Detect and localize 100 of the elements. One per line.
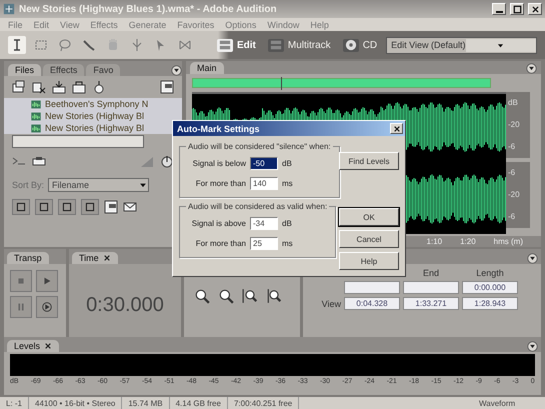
field-label: Signal is above — [190, 218, 246, 228]
db-label: -6 — [508, 142, 516, 152]
loop-play-button[interactable] — [36, 296, 58, 318]
panel-tab[interactable]: Favo — [86, 64, 120, 76]
db-label: -20 — [508, 190, 521, 200]
close-icon — [392, 124, 400, 132]
cd-insert-icon[interactable] — [92, 80, 106, 94]
square-icon — [39, 202, 49, 212]
time-label: 1:20 — [460, 236, 476, 246]
square-icon — [85, 202, 95, 212]
list-view-icon[interactable] — [104, 200, 118, 214]
field-label: For more than — [194, 178, 246, 188]
minimize-button[interactable] — [492, 3, 506, 15]
zoom-left-icon[interactable] — [242, 288, 258, 304]
find-levels-button[interactable]: Find Levels — [339, 152, 399, 170]
close-icon — [530, 4, 540, 14]
maximize-icon — [512, 4, 522, 14]
brush-icon[interactable] — [82, 38, 96, 52]
db-label: -20 — [508, 120, 521, 130]
panel-menu-icon[interactable] — [526, 62, 537, 74]
column-header: End — [422, 268, 440, 278]
panel-menu-icon[interactable] — [527, 341, 538, 352]
close-button[interactable] — [390, 123, 403, 134]
file-name[interactable]: New Stories (Highway Bl — [45, 123, 144, 133]
group-label: Audio will be considered "silence" when: — [187, 142, 332, 151]
panel-tab[interactable]: Files — [8, 64, 42, 76]
mode-button[interactable]: Multitrack — [264, 38, 334, 52]
close-file-icon[interactable] — [32, 80, 46, 94]
field-label: For more than — [194, 238, 246, 248]
row-label: View — [320, 298, 341, 308]
end-field[interactable]: 1:33.271 — [403, 297, 459, 310]
tray-icon[interactable] — [32, 154, 46, 168]
close-icon[interactable] — [102, 254, 111, 262]
time-label: hms (m) — [494, 236, 523, 246]
lasso-icon[interactable] — [58, 38, 72, 52]
input-field[interactable]: -34 — [250, 216, 278, 230]
panel-menu-icon[interactable] — [527, 253, 538, 264]
zoom-right-icon[interactable] — [266, 288, 282, 304]
status-item: 7:00:40.251 free — [228, 397, 300, 409]
open-file-icon[interactable] — [12, 80, 26, 94]
field-label: Signal is below — [192, 158, 246, 168]
sort-dropdown[interactable]: Filename — [48, 178, 150, 192]
close-icon[interactable] — [44, 342, 52, 350]
file-type-button[interactable] — [12, 199, 30, 215]
bowtie-icon[interactable] — [178, 38, 192, 52]
audio-file-icon — [30, 98, 42, 110]
dial-icon[interactable] — [160, 154, 174, 168]
panel-tab[interactable]: Time — [72, 252, 118, 264]
length-field[interactable]: 0:00.000 — [462, 281, 518, 294]
horizontal-scrollbar[interactable] — [12, 135, 144, 148]
dialog-button[interactable]: Cancel — [339, 230, 399, 248]
dialog-button[interactable]: OK — [339, 208, 399, 226]
status-item: L: -1 — [0, 397, 30, 409]
input-field[interactable]: 25 — [250, 236, 278, 250]
begin-field[interactable] — [344, 281, 400, 294]
begin-field[interactable]: 0:04.328 — [344, 297, 400, 310]
panel-menu-icon[interactable] — [171, 65, 182, 76]
square-icon — [16, 202, 26, 212]
dialog-button[interactable]: Help — [339, 252, 399, 270]
marquee-icon[interactable] — [34, 38, 48, 52]
group-label: Audio will be considered as valid when: — [187, 202, 328, 211]
time-label: 1:10 — [426, 236, 442, 246]
file-type-button[interactable] — [58, 199, 76, 215]
panel-tab[interactable]: Main — [190, 62, 224, 74]
zoom-out-icon[interactable] — [218, 288, 234, 304]
file-name[interactable]: New Stories (Highway Bl — [45, 111, 144, 121]
unit-label: dB — [282, 158, 292, 168]
unit-label: ms — [282, 238, 293, 248]
zoom-in-icon[interactable] — [194, 288, 210, 304]
input-field[interactable]: 140 — [250, 176, 278, 190]
file-name[interactable]: Beethoven's Symphony N — [45, 99, 148, 109]
db-label: -6 — [508, 168, 516, 178]
play-button[interactable] — [36, 270, 58, 292]
import-icon[interactable] — [52, 80, 66, 94]
workspace-dropdown[interactable]: Edit View (Default) — [386, 36, 537, 54]
mode-button[interactable]: CD — [340, 38, 380, 52]
unit-label: ms — [282, 178, 293, 188]
tracks-icon — [270, 39, 282, 51]
panel-tab[interactable]: Effects — [43, 64, 84, 76]
disc-icon — [344, 39, 357, 51]
list-view-icon[interactable] — [160, 80, 174, 94]
unit-label: dB — [282, 218, 292, 228]
sort-label: Sort By: — [12, 180, 44, 190]
file-type-button[interactable] — [81, 199, 99, 215]
square-icon — [62, 202, 72, 212]
db-label: -6 — [508, 212, 516, 222]
time-display: 0:30.000 — [86, 294, 164, 317]
input-field[interactable]: -50 — [250, 156, 278, 170]
envelope-icon[interactable] — [123, 200, 137, 214]
mode-button[interactable]: Edit — [214, 38, 259, 52]
file-type-button[interactable] — [35, 199, 53, 215]
export-icon[interactable] — [72, 80, 86, 94]
maximize-button[interactable] — [510, 3, 524, 15]
close-button[interactable] — [528, 3, 542, 15]
end-field[interactable] — [403, 281, 459, 294]
dialog-title: Auto-Mark Settings — [177, 124, 260, 134]
panel-tab[interactable]: Levels — [7, 340, 60, 352]
panel-tab[interactable]: Transp — [7, 252, 49, 264]
length-field[interactable]: 1:28.943 — [462, 297, 518, 310]
window-title: New Stories (Highway Blues 1).wma* - Adobe Audition — [19, 4, 278, 14]
